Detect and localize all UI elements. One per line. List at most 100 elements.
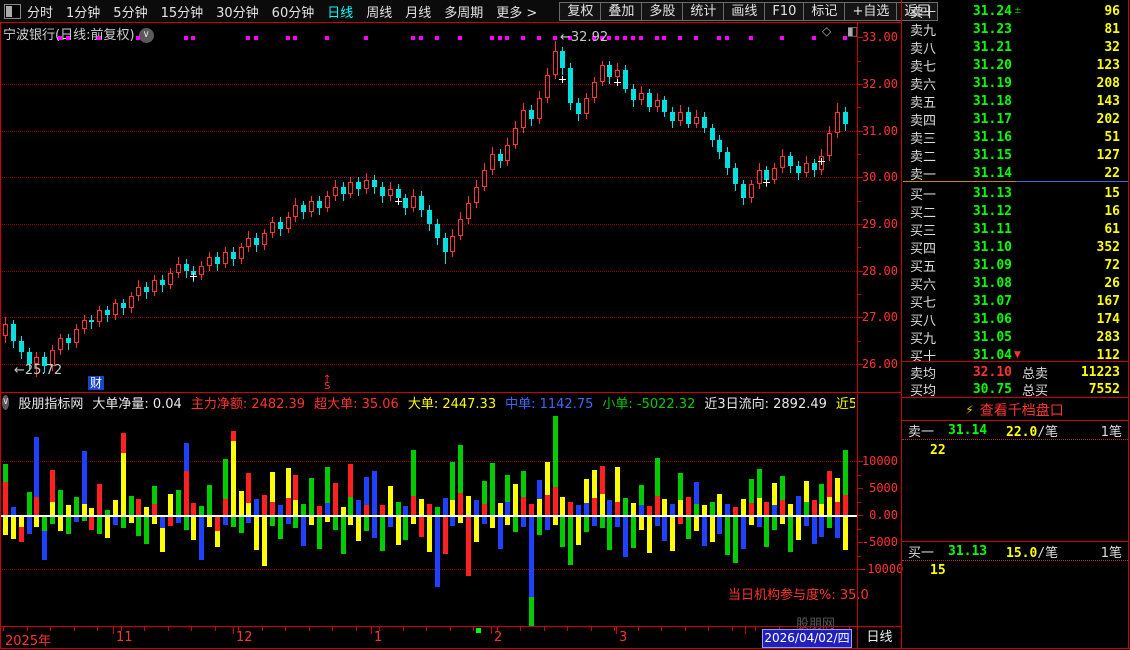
- financial-report-marker[interactable]: 财: [88, 376, 105, 390]
- candle: [505, 144, 511, 161]
- price-gridline: [0, 84, 857, 85]
- menu-item-月线[interactable]: 月线: [405, 2, 431, 21]
- menu-item-更多 >[interactable]: 更多 >: [496, 2, 537, 21]
- order-book-row[interactable]: 卖五 31.18 143: [902, 92, 1128, 111]
- menu-button-叠加[interactable]: 叠加: [600, 1, 642, 21]
- level-price: 31.12: [972, 203, 1012, 219]
- flow-bar: [819, 503, 825, 515]
- window-icon[interactable]: [4, 4, 21, 19]
- signal-dot: [842, 36, 847, 40]
- minor-tick: [497, 627, 498, 631]
- flow-bar: [725, 516, 731, 556]
- candle: [481, 170, 487, 187]
- menu-button-画线[interactable]: 画线: [723, 1, 765, 21]
- flow-bar: [646, 516, 652, 554]
- signal-dot: [136, 36, 141, 40]
- order-book-row[interactable]: 买四 31.10 352: [902, 238, 1128, 257]
- thousand-depth-link[interactable]: ⚡ 查看千档盘口: [902, 399, 1127, 420]
- order-book-row[interactable]: 买八 31.06 174: [902, 310, 1128, 329]
- flow-bar: [301, 516, 307, 546]
- signal-dot: [489, 36, 494, 40]
- period-indicator[interactable]: 日线: [858, 627, 901, 648]
- price-gridline: [0, 270, 857, 272]
- flow-bar: [740, 516, 746, 549]
- flow-bar: [811, 516, 817, 544]
- candle: [748, 184, 754, 199]
- signal-dot: [364, 36, 369, 40]
- menu-button-标记[interactable]: 标记: [803, 1, 845, 21]
- minor-tick: [426, 627, 427, 631]
- menu-button-复权[interactable]: 复权: [559, 1, 601, 21]
- menu-item-60分钟[interactable]: 60分钟: [272, 2, 315, 21]
- flow-bar: [246, 502, 252, 515]
- flow-bar: [756, 498, 762, 515]
- level-quantity: 208: [1096, 75, 1120, 91]
- order-book-row[interactable]: 买六 31.08 26: [902, 274, 1128, 293]
- order-book-row[interactable]: 卖九 31.23 81: [902, 20, 1128, 39]
- queue-value: 买一: [908, 546, 935, 561]
- order-book-row[interactable]: 卖一 31.14 22: [902, 164, 1128, 183]
- level-quantity: 16: [1104, 203, 1120, 219]
- order-book-row[interactable]: 买一 31.13 15: [902, 184, 1128, 203]
- menu-item-5分钟[interactable]: 5分钟: [113, 2, 147, 21]
- candle: [293, 205, 299, 217]
- menu-item-多周期[interactable]: 多周期: [444, 2, 483, 21]
- candle: [685, 112, 691, 124]
- level-price: 31.24: [972, 3, 1012, 19]
- menu-button-统计[interactable]: 统计: [682, 1, 724, 21]
- flow-bar: [685, 497, 691, 515]
- frame-line: [1128, 0, 1129, 649]
- flow-bar: [364, 504, 370, 515]
- candle: [120, 303, 126, 308]
- order-book-row[interactable]: 买七 31.07 167: [902, 292, 1128, 311]
- menu-button-+自选[interactable]: +自选: [844, 1, 897, 21]
- order-book-row[interactable]: 买二 31.12 16: [902, 202, 1128, 221]
- flow-bar: [160, 516, 165, 529]
- flow-bar: [317, 516, 322, 549]
- order-book-row[interactable]: 卖六 31.19 208: [902, 74, 1128, 93]
- menu-item-日线[interactable]: 日线: [327, 2, 353, 21]
- minor-tick: [544, 627, 545, 631]
- price-trend-icon: ▼: [1014, 350, 1021, 360]
- candle: [419, 196, 425, 210]
- flow-bar: [348, 497, 354, 515]
- order-book-row[interactable]: 买三 31.11 61: [902, 220, 1128, 239]
- order-book-row[interactable]: 卖八 31.21 32: [902, 38, 1128, 57]
- flow-bar: [450, 516, 456, 527]
- level-label: 卖二: [910, 149, 937, 165]
- level-label: 卖六: [910, 77, 937, 93]
- menu-button-F10[interactable]: F10: [764, 1, 804, 21]
- signal-dot: [246, 36, 251, 40]
- axis-tick: [858, 569, 863, 570]
- flow-bar: [97, 484, 103, 515]
- order-book-row[interactable]: 买五 31.09 72: [902, 256, 1128, 275]
- flow-gridline: [0, 461, 857, 462]
- order-book-row[interactable]: 卖三 31.16 51: [902, 128, 1128, 147]
- flow-bar: [458, 516, 464, 524]
- month-tick: [616, 627, 617, 634]
- menu-item-30分钟[interactable]: 30分钟: [216, 2, 259, 21]
- month-tick: [745, 627, 746, 634]
- order-book-row[interactable]: 卖七 31.20 123: [902, 56, 1128, 75]
- date-label: 2: [494, 630, 503, 645]
- frame-line: [0, 648, 1130, 649]
- menu-item-15分钟[interactable]: 15分钟: [161, 2, 204, 21]
- menu-item-分时[interactable]: 分时: [27, 2, 53, 21]
- order-book-row[interactable]: 卖二 31.15 127: [902, 146, 1128, 165]
- queue-value: 22.0/笔: [1006, 425, 1059, 440]
- candle: [112, 303, 118, 315]
- candle: [167, 273, 173, 285]
- menu-button-多股[interactable]: 多股: [641, 1, 683, 21]
- flow-bar: [238, 490, 244, 515]
- flow-bar: [701, 504, 707, 515]
- level-label: 卖九: [910, 23, 937, 39]
- menu-item-周线[interactable]: 周线: [366, 2, 392, 21]
- order-book-row[interactable]: 卖十 31.24 ±96: [902, 2, 1128, 21]
- order-book-row[interactable]: 卖四 31.17 202: [902, 110, 1128, 129]
- flow-bar: [450, 500, 456, 515]
- flow-bar: [474, 516, 479, 543]
- order-book-row[interactable]: 买九 31.05 283: [902, 328, 1128, 347]
- price-gridline: [0, 317, 857, 319]
- flow-bar: [230, 516, 236, 528]
- menu-item-1分钟[interactable]: 1分钟: [66, 2, 100, 21]
